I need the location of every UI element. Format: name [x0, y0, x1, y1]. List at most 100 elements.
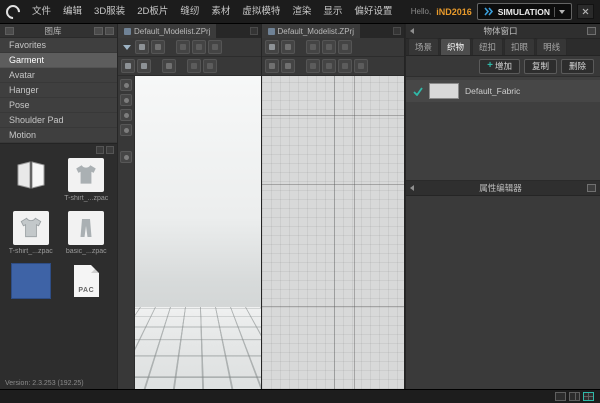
2d-toolbar-icon-1[interactable] [265, 40, 279, 54]
2d-toolbar-icon-9[interactable] [322, 59, 336, 73]
viewport-2d-header: Default_Modelist.ZPrj [262, 24, 405, 38]
3d-toolbar-icon-1[interactable] [135, 40, 149, 54]
menu-2d-pattern[interactable]: 2D板片 [131, 0, 174, 24]
viewport-3d-tab[interactable]: Default_Modelist.ZPrj [118, 24, 216, 38]
thumbnail-view-tools [96, 146, 114, 154]
sidebar-item-favorites[interactable]: Favorites [0, 38, 117, 53]
3d-toolbar-icon-8[interactable] [162, 59, 176, 73]
pin-icon[interactable] [105, 27, 114, 35]
3d-toolbar-icon-9[interactable] [187, 59, 201, 73]
library-item-pac-file[interactable]: PAC [61, 263, 113, 309]
property-editor-body [406, 196, 600, 389]
float-panel-icon[interactable] [587, 184, 596, 192]
undock-icon[interactable] [393, 27, 401, 35]
tab-fabric[interactable]: 织物 [440, 38, 471, 55]
2d-toolbar-icon-7[interactable] [281, 59, 295, 73]
library-panel: 图库 Favorites Garment Avatar Hanger Pose … [0, 24, 118, 389]
3d-canvas[interactable] [135, 76, 261, 389]
sidebar-item-pose[interactable]: Pose [0, 98, 117, 113]
menu-sewing[interactable]: 缝纫 [174, 0, 205, 24]
gizmo-dropdown-icon[interactable] [121, 40, 133, 54]
2d-toolbar-icon-5[interactable] [338, 40, 352, 54]
3d-toolbar-icon-7[interactable] [137, 59, 151, 73]
pants-icon [74, 215, 98, 241]
3d-toolbar-icon-4[interactable] [192, 40, 206, 54]
2d-toolbar-icon-4[interactable] [322, 40, 336, 54]
library-header: 图库 [0, 24, 117, 38]
menu-render[interactable]: 渲染 [286, 0, 317, 24]
app-logo-icon [3, 2, 23, 22]
sidebar-item-garment[interactable]: Garment [0, 53, 117, 68]
menubar: 文件 编辑 3D服装 2D板片 缝纫 素材 虚拟模特 渲染 显示 偏好设置 He… [0, 0, 600, 24]
edit-icon[interactable] [94, 27, 103, 35]
sidebar-item-hanger[interactable]: Hanger [0, 83, 117, 98]
viewport-2d-header-tools [390, 24, 404, 38]
3d-toolbar-icon-3[interactable] [176, 40, 190, 54]
layout-grid-icon[interactable] [583, 392, 594, 401]
viewport-2d-tab[interactable]: Default_Modelist.ZPrj [262, 24, 360, 38]
menu-material[interactable]: 素材 [205, 0, 236, 24]
library-thumbnail-grid: T-shirt_...zpac T-shirt_...zpac [0, 143, 117, 389]
check-icon [413, 87, 423, 96]
object-window-header: 物体窗口 [406, 24, 600, 39]
tab-buttonhole[interactable]: 扣眼 [504, 38, 535, 55]
3d-toolbar-icon-5[interactable] [208, 40, 222, 54]
menu-display[interactable]: 显示 [317, 0, 348, 24]
float-panel-icon[interactable] [587, 27, 596, 35]
library-item-tshirt-2[interactable]: T-shirt_...zpac [5, 210, 57, 256]
menu-3d-garment[interactable]: 3D服装 [88, 0, 131, 24]
fabric-list-item[interactable]: Default_Fabric [406, 80, 600, 102]
viewport-2d-toolbar-row2 [262, 57, 405, 76]
layout-split-icon[interactable] [569, 392, 580, 401]
layout-single-icon[interactable] [555, 392, 566, 401]
sidebar-item-avatar[interactable]: Avatar [0, 68, 117, 83]
viewport-3d-toolbar-row2 [118, 57, 261, 76]
add-fabric-button[interactable]: + 增加 [479, 59, 520, 74]
tab-topstitch[interactable]: 明线 [536, 38, 567, 55]
2d-toolbar-icon-11[interactable] [354, 59, 368, 73]
2d-toolbar-icon-8[interactable] [306, 59, 320, 73]
close-icon[interactable] [577, 4, 594, 19]
3d-toolbar-icon-6[interactable] [121, 59, 135, 73]
library-item-basic-pants[interactable]: basic_...zpac [61, 210, 113, 256]
menu-preferences[interactable]: 偏好设置 [348, 0, 398, 24]
copy-fabric-button[interactable]: 复制 [524, 59, 557, 74]
simulation-label: SIMULATION [498, 7, 550, 17]
sidebar-item-motion[interactable]: Motion [0, 128, 117, 143]
grid-view-icon[interactable] [96, 146, 104, 154]
library-item-tshirt-1[interactable]: T-shirt_...zpac [61, 157, 113, 203]
library-item-fabric-swatch[interactable] [5, 263, 57, 309]
library-item-parent-folder[interactable] [5, 157, 57, 203]
avatar-show-icon[interactable] [120, 79, 132, 91]
tshirt-icon [73, 162, 99, 188]
menu-edit[interactable]: 编辑 [57, 0, 88, 24]
menu-avatar[interactable]: 虚拟模特 [236, 0, 286, 24]
detail-view-icon[interactable] [106, 146, 114, 154]
main-area: 图库 Favorites Garment Avatar Hanger Pose … [0, 24, 600, 389]
version-label: Version: 2.3.253 (192.25) [5, 380, 84, 387]
2d-toolbar-icon-3[interactable] [306, 40, 320, 54]
avatar-bounding-icon[interactable] [120, 124, 132, 136]
sidebar-item-shoulder-pad[interactable]: Shoulder Pad [0, 113, 117, 128]
3d-toolbar-icon-2[interactable] [151, 40, 165, 54]
arrangement-points-icon[interactable] [120, 151, 132, 163]
tshirt-icon [18, 215, 44, 241]
2d-toolbar-icon-10[interactable] [338, 59, 352, 73]
menu-file[interactable]: 文件 [26, 0, 57, 24]
undock-icon[interactable] [250, 27, 258, 35]
simulation-button[interactable]: SIMULATION [477, 3, 572, 20]
collapse-left-icon[interactable] [410, 185, 414, 191]
avatar-mesh-icon[interactable] [120, 109, 132, 121]
3d-toolbar-icon-10[interactable] [203, 59, 217, 73]
2d-toolbar-icon-6[interactable] [265, 59, 279, 73]
file-icon: PAC [74, 265, 99, 297]
avatar-skin-icon[interactable] [120, 94, 132, 106]
tab-scene[interactable]: 场景 [408, 38, 439, 55]
delete-fabric-button[interactable]: 删除 [561, 59, 594, 74]
ground-grid [135, 307, 261, 389]
collapse-left-icon[interactable] [410, 28, 414, 34]
2d-toolbar-icon-2[interactable] [281, 40, 295, 54]
2d-canvas[interactable] [262, 76, 405, 389]
list-view-icon[interactable] [5, 27, 14, 35]
tab-button[interactable]: 纽扣 [472, 38, 503, 55]
